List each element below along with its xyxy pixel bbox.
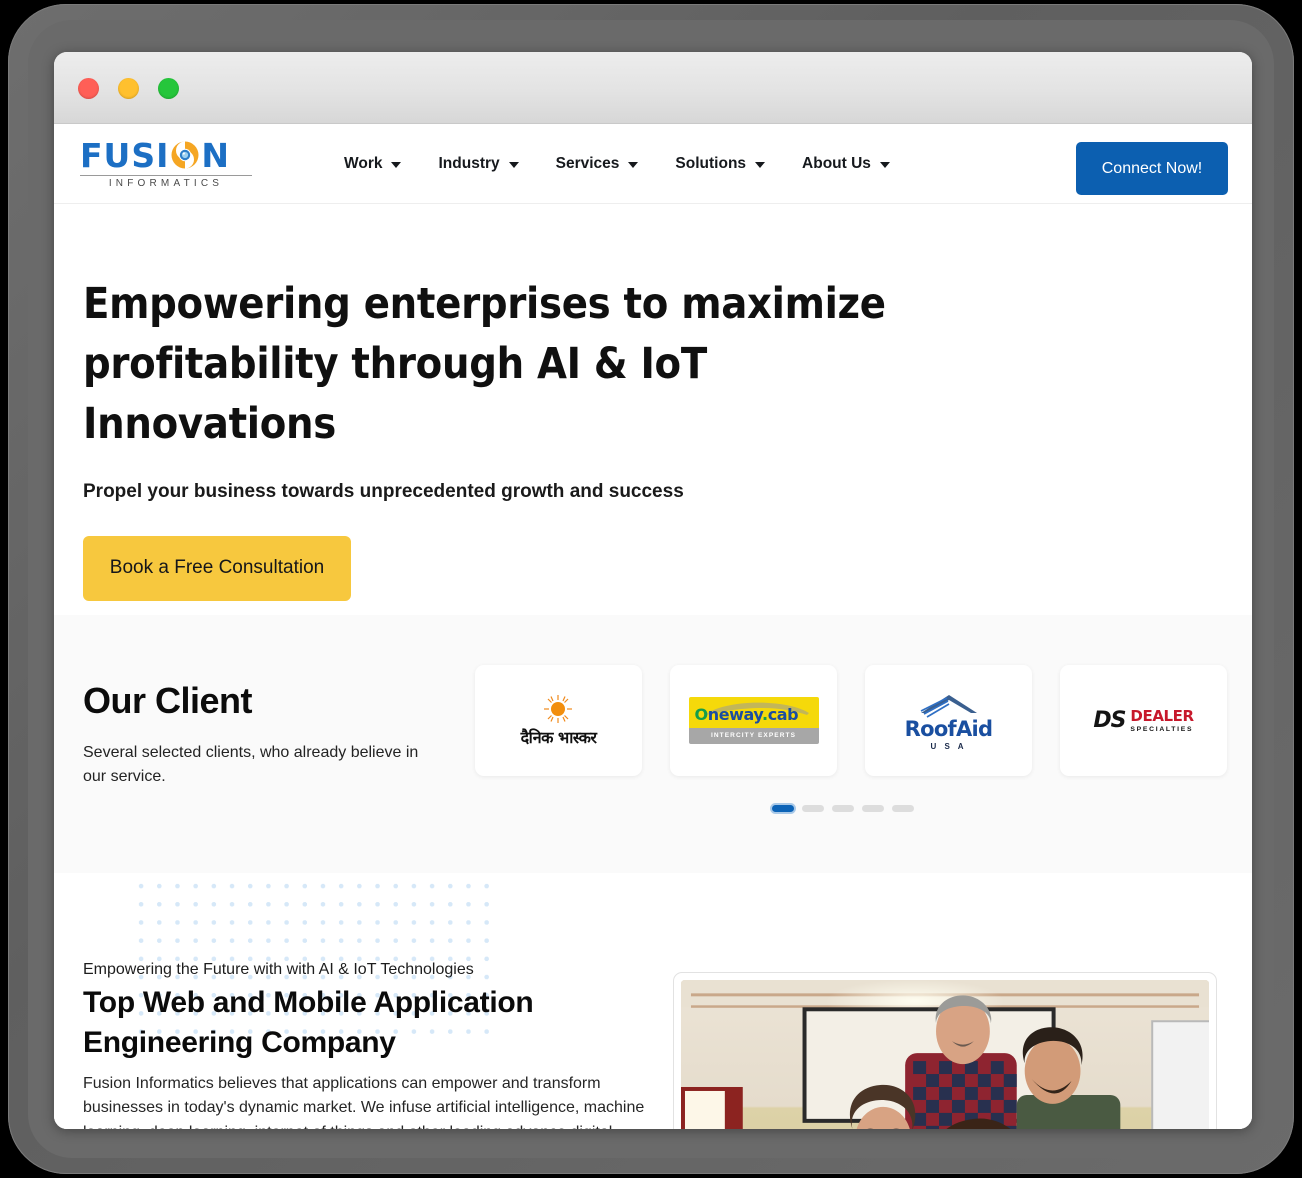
hero-subtitle: Propel your business towards unprecedent… [83, 480, 684, 502]
nav-label: About Us [802, 154, 871, 172]
chevron-down-icon [628, 161, 639, 168]
client-name: OOneway.cabneway.cab [694, 705, 799, 724]
main-navigation: Work Industry Services Solutions About U… [344, 124, 890, 203]
nav-label: Services [555, 154, 620, 172]
client-mark: DS [1093, 708, 1126, 733]
logo-subtitle: INFORMATICS [80, 175, 252, 189]
about-eyebrow: Empowering the Future with with AI & IoT… [83, 961, 474, 978]
minimize-button[interactable] [118, 78, 139, 99]
carousel-dot-3[interactable] [832, 805, 854, 812]
logo-text-part2: N [201, 135, 231, 175]
hero-title: Empowering enterprises to maximize profi… [83, 279, 886, 450]
sun-icon [544, 694, 573, 723]
carousel-dot-2[interactable] [802, 805, 824, 812]
carousel-dot-4[interactable] [862, 805, 884, 812]
client-tagline: INTERCITY EXPERTS [688, 728, 819, 744]
chevron-down-icon [879, 161, 890, 168]
clients-section: Our Client Several selected clients, who… [54, 615, 1252, 873]
page-viewport: FUSI N INFORMATICS Work Industry Service… [54, 124, 1252, 1129]
logo-swirl-icon [170, 140, 200, 170]
nav-item-solutions[interactable]: Solutions [675, 154, 766, 173]
nav-item-industry[interactable]: Industry [438, 154, 519, 173]
client-name: DEALER [1130, 706, 1194, 725]
browser-title-bar [54, 52, 1252, 124]
nav-label: Solutions [675, 154, 747, 172]
nav-item-services[interactable]: Services [556, 155, 639, 173]
team-collaboration-photo [681, 980, 1209, 1129]
client-tagline: SPECIALTIES [1130, 725, 1194, 733]
nav-label: Work [344, 154, 383, 172]
maximize-button[interactable] [158, 78, 179, 99]
roof-icon [920, 694, 977, 718]
book-consultation-button[interactable]: Book a Free Consultation [83, 535, 351, 601]
site-header: FUSI N INFORMATICS Work Industry Service… [54, 124, 1252, 204]
browser-window: FUSI N INFORMATICS Work Industry Service… [54, 52, 1252, 1129]
chevron-down-icon [508, 161, 519, 168]
about-heading: Top Web and Mobile Application Engineeri… [83, 986, 534, 1059]
client-tagline: U S A [930, 741, 967, 751]
client-logo-dainik-bhaskar[interactable]: दैनिक भास्कर [475, 665, 642, 776]
about-paragraph: Fusion Informatics believes that applica… [83, 1075, 645, 1129]
chevron-down-icon [755, 161, 766, 168]
client-name: दैनिक भास्कर [520, 727, 597, 747]
carousel-dot-1[interactable] [772, 805, 794, 812]
clients-description: Several selected clients, who already be… [83, 744, 419, 785]
about-section: Empowering the Future with with AI & IoT… [54, 873, 1252, 1129]
connect-now-button[interactable]: Connect Now! [1076, 142, 1228, 195]
nav-item-about-us[interactable]: About Us [802, 155, 890, 173]
carousel-pagination [772, 805, 914, 812]
nav-label: Industry [438, 154, 500, 172]
close-button[interactable] [78, 78, 99, 99]
client-logo-dealer-specialties[interactable]: DS DEALER SPECIALTIES [1060, 665, 1227, 776]
client-logo-carousel: दैनिक भास्कर OOneway.cabneway.cab INTERC… [475, 665, 1227, 776]
clients-heading: Our Client [83, 680, 253, 721]
hero-section: Empowering enterprises to maximize profi… [54, 204, 1252, 615]
brand-logo[interactable]: FUSI N INFORMATICS [80, 138, 252, 189]
carousel-dot-5[interactable] [892, 805, 914, 812]
logo-wordmark: FUSI N [80, 138, 252, 172]
about-image-card [673, 972, 1217, 1129]
client-logo-roofaid-usa[interactable]: RoofAid U S A [865, 665, 1032, 776]
client-name: RoofAid [904, 716, 993, 741]
window-controls [78, 78, 179, 99]
client-logo-oneway-cab[interactable]: OOneway.cabneway.cab INTERCITY EXPERTS [670, 665, 837, 776]
chevron-down-icon [391, 161, 402, 168]
logo-text-part1: FUSI [80, 135, 170, 175]
nav-item-work[interactable]: Work [344, 154, 402, 173]
